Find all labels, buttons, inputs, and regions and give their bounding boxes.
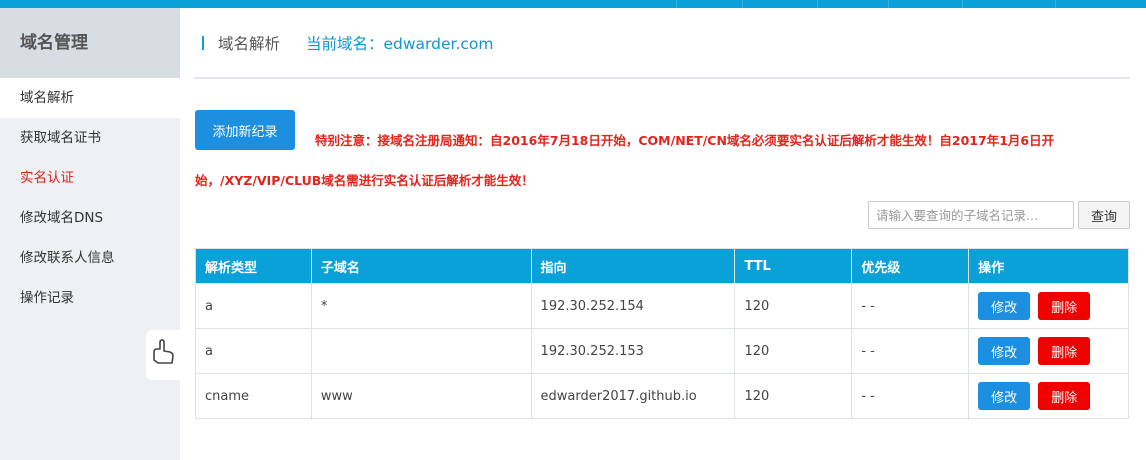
cell-target: 192.30.252.154 bbox=[530, 283, 736, 329]
header-target: 指向 bbox=[530, 248, 736, 284]
header-ttl: TTL bbox=[734, 248, 853, 284]
hand-pointer-icon[interactable] bbox=[146, 330, 180, 380]
cell-actions: 修改 删除 bbox=[968, 373, 1129, 419]
page-title: 域名解析 bbox=[218, 35, 281, 53]
real-name-notice: 特别注意：接域名注册局通知：自2016年7月18日开始，COM/NET/CN域名… bbox=[195, 133, 1055, 188]
header-actions: 操作 bbox=[968, 248, 1129, 284]
cell-priority: - - bbox=[851, 373, 970, 419]
header-type: 解析类型 bbox=[195, 248, 312, 284]
cell-subdomain: * bbox=[310, 283, 532, 329]
header-priority: 优先级 bbox=[851, 248, 970, 284]
title-marker bbox=[202, 36, 204, 50]
table-row: a 192.30.252.153 120 - - 修改 删除 bbox=[195, 328, 1129, 374]
delete-button[interactable]: 删除 bbox=[1038, 337, 1091, 365]
dns-records-table: 解析类型 子域名 指向 TTL 优先级 操作 a * 192.30.252.15… bbox=[195, 248, 1129, 419]
table-header-row: 解析类型 子域名 指向 TTL 优先级 操作 bbox=[195, 248, 1129, 284]
cell-actions: 修改 删除 bbox=[968, 328, 1129, 374]
page-header: 域名解析 当前域名：edwarder.com bbox=[194, 8, 1130, 79]
top-bar bbox=[0, 0, 1146, 8]
add-record-button[interactable]: 添加新纪录 bbox=[195, 110, 295, 150]
sidebar-item-modify-dns[interactable]: 修改域名DNS bbox=[0, 198, 180, 238]
sidebar-item-real-name-auth[interactable]: 实名认证 bbox=[0, 158, 180, 198]
cell-subdomain: www bbox=[310, 373, 532, 419]
cell-type: a bbox=[195, 328, 312, 374]
cell-subdomain bbox=[310, 328, 532, 374]
cell-target: 192.30.252.153 bbox=[530, 328, 736, 374]
edit-button[interactable]: 修改 bbox=[978, 337, 1031, 365]
sidebar: 域名管理 域名解析 获取域名证书 实名认证 修改域名DNS 修改联系人信息 操作… bbox=[0, 8, 180, 460]
edit-button[interactable]: 修改 bbox=[978, 382, 1031, 410]
sidebar-item-get-certificate[interactable]: 获取域名证书 bbox=[0, 118, 180, 158]
cell-priority: - - bbox=[851, 283, 970, 329]
delete-button[interactable]: 删除 bbox=[1038, 382, 1091, 410]
cell-actions: 修改 删除 bbox=[968, 283, 1129, 329]
cell-type: a bbox=[195, 283, 312, 329]
table-row: a * 192.30.252.154 120 - - 修改 删除 bbox=[195, 283, 1129, 329]
main-content: 域名解析 当前域名：edwarder.com 特别注意：接域名注册局通知：自20… bbox=[180, 8, 1146, 460]
edit-button[interactable]: 修改 bbox=[978, 292, 1031, 320]
table-row: cname www edwarder2017.github.io 120 - -… bbox=[195, 373, 1129, 419]
sidebar-item-operation-log[interactable]: 操作记录 bbox=[0, 278, 180, 318]
sidebar-title: 域名管理 bbox=[0, 8, 180, 78]
header-subdomain: 子域名 bbox=[310, 248, 532, 284]
cell-priority: - - bbox=[851, 328, 970, 374]
search-button[interactable]: 查询 bbox=[1078, 201, 1130, 229]
cell-type: cname bbox=[195, 373, 312, 419]
subdomain-search-input[interactable] bbox=[868, 201, 1074, 229]
sidebar-item-modify-contact[interactable]: 修改联系人信息 bbox=[0, 238, 180, 278]
cell-ttl: 120 bbox=[734, 283, 853, 329]
sidebar-item-dns-resolution[interactable]: 域名解析 bbox=[0, 78, 180, 118]
delete-button[interactable]: 删除 bbox=[1038, 292, 1091, 320]
cell-target: edwarder2017.github.io bbox=[530, 373, 736, 419]
current-domain: 当前域名：edwarder.com bbox=[306, 35, 494, 53]
cell-ttl: 120 bbox=[734, 373, 853, 419]
cell-ttl: 120 bbox=[734, 328, 853, 374]
